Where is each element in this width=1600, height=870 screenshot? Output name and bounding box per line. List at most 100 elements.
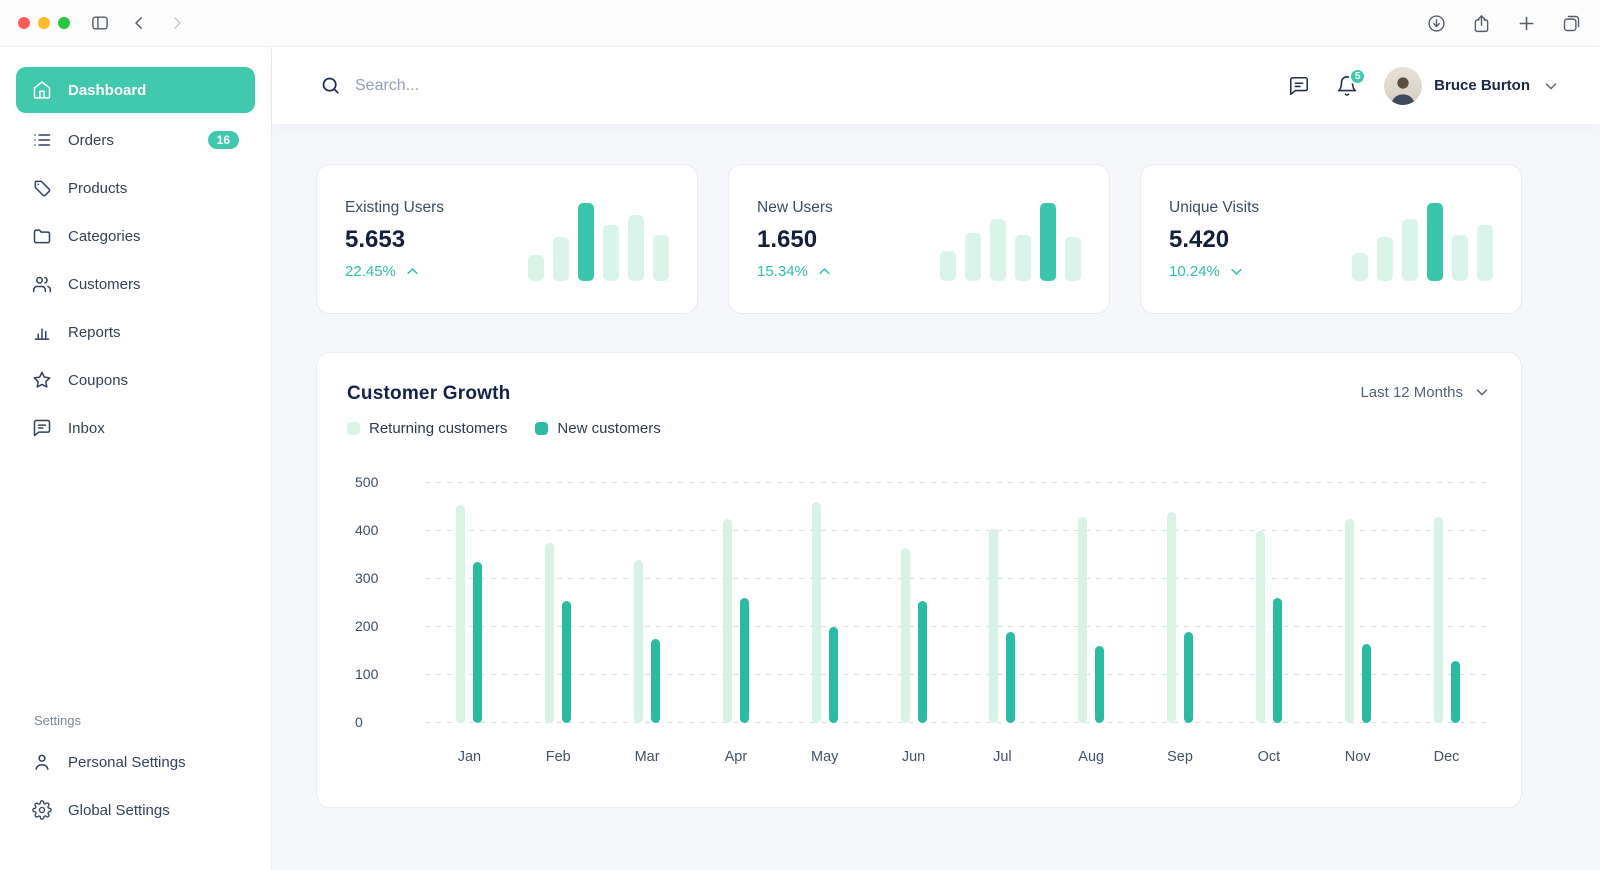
bar [1256, 531, 1265, 723]
sidebar-item-inbox[interactable]: Inbox [16, 404, 255, 452]
user-menu[interactable]: Bruce Burton [1384, 67, 1560, 105]
search-input[interactable] [355, 77, 1274, 95]
sidebar-item-label: Coupons [68, 372, 128, 389]
x-axis-tick: Nov [1313, 749, 1402, 765]
bar-group [869, 483, 958, 723]
bar-group [1136, 483, 1225, 723]
messages-icon[interactable] [1288, 75, 1310, 97]
search-icon [320, 75, 341, 96]
bar-group [425, 483, 514, 723]
spark-bar [528, 255, 544, 281]
sidebar-item-products[interactable]: Products [16, 164, 255, 212]
customer-growth-card: Customer Growth Last 12 Months Returning… [316, 352, 1522, 808]
users-icon [32, 274, 52, 294]
trend-arrow-icon [405, 264, 420, 279]
bar [723, 519, 732, 723]
x-axis-tick: Sep [1136, 749, 1225, 765]
bar [562, 601, 571, 723]
bar [634, 560, 643, 723]
minimize-window-button[interactable] [38, 17, 50, 29]
bar [1451, 661, 1460, 723]
sidebar-item-customers[interactable]: Customers [16, 260, 255, 308]
sidebar-item-label: Personal Settings [68, 754, 186, 771]
bar [812, 502, 821, 723]
bar [740, 598, 749, 723]
spark-bar [1477, 225, 1493, 281]
bar-chart: 0100200300400500 [425, 483, 1491, 723]
range-label: Last 12 Months [1360, 384, 1463, 401]
zoom-window-button[interactable] [58, 17, 70, 29]
sidebar-item-coupons[interactable]: Coupons [16, 356, 255, 404]
stat-change: 22.45% [345, 263, 444, 280]
legend-label: Returning customers [369, 420, 507, 437]
forward-icon[interactable] [168, 14, 186, 32]
stat-value: 1.650 [757, 226, 833, 254]
orders-count-badge: 16 [208, 131, 239, 149]
sidebar-item-dashboard[interactable]: Dashboard [16, 67, 255, 113]
bar [1078, 517, 1087, 723]
bar [989, 529, 998, 723]
range-dropdown[interactable]: Last 12 Months [1360, 383, 1491, 401]
sidebar-item-reports[interactable]: Reports [16, 308, 255, 356]
spark-bar [1402, 219, 1418, 281]
sidebar-item-categories[interactable]: Categories [16, 212, 255, 260]
sidebar-item-label: Global Settings [68, 802, 170, 819]
bar [1167, 512, 1176, 723]
x-axis-tick: Aug [1047, 749, 1136, 765]
y-axis-tick: 400 [355, 522, 401, 538]
bar [545, 543, 554, 723]
gear-icon [32, 800, 52, 820]
bar-group [1402, 483, 1491, 723]
spark-bar [603, 225, 619, 281]
y-axis-tick: 0 [355, 714, 401, 730]
new-tab-icon[interactable] [1516, 13, 1537, 34]
sidebar-item-global-settings[interactable]: Global Settings [16, 786, 255, 834]
search-box [320, 75, 1274, 96]
bar-group [958, 483, 1047, 723]
spark-bar [628, 215, 644, 281]
bar-group [603, 483, 692, 723]
bar [1184, 632, 1193, 723]
sidebar-item-orders[interactable]: Orders 16 [16, 116, 255, 164]
bar [901, 548, 910, 723]
sidebar-item-label: Reports [68, 324, 121, 341]
x-axis-tick: Mar [603, 749, 692, 765]
y-axis-tick: 200 [355, 618, 401, 634]
spark-bar [1352, 253, 1368, 281]
chevron-down-icon [1542, 77, 1560, 95]
spark-bar [1065, 237, 1081, 281]
stat-title: Existing Users [345, 199, 444, 217]
legend-returning-customers: Returning customers [347, 420, 507, 437]
bar [1434, 517, 1443, 723]
spark-bar [553, 237, 569, 281]
bar-group [691, 483, 780, 723]
download-icon[interactable] [1426, 13, 1447, 34]
close-window-button[interactable] [18, 17, 30, 29]
tab-overview-icon[interactable] [1561, 13, 1582, 34]
notifications-bell-icon[interactable]: 5 [1336, 75, 1358, 97]
stat-value: 5.420 [1169, 226, 1259, 254]
spark-bar [1427, 203, 1443, 281]
spark-bar [1377, 237, 1393, 281]
bar-group [1047, 483, 1136, 723]
sidebar-toggle-icon[interactable] [90, 13, 110, 33]
share-icon[interactable] [1471, 13, 1492, 34]
mini-bar-chart [528, 197, 669, 281]
back-icon[interactable] [130, 14, 148, 32]
stat-value: 5.653 [345, 226, 444, 254]
x-axis-tick: Jan [425, 749, 514, 765]
x-axis-tick: Jun [869, 749, 958, 765]
bar [1006, 632, 1015, 723]
stat-card-existing-users: Existing Users 5.653 22.45% [316, 164, 698, 314]
bar-group [1313, 483, 1402, 723]
stat-title: Unique Visits [1169, 199, 1259, 217]
person-icon [32, 752, 52, 772]
stat-change-value: 22.45% [345, 263, 396, 280]
x-axis-tick: Jul [958, 749, 1047, 765]
stat-card-unique-visits: Unique Visits 5.420 10.24% [1140, 164, 1522, 314]
bar [1273, 598, 1282, 723]
sidebar-item-personal-settings[interactable]: Personal Settings [16, 738, 255, 786]
chart-plot-area: 0100200300400500 JanFebMarAprMayJunJulAu… [347, 483, 1491, 765]
bar [1095, 646, 1104, 723]
x-axis-labels: JanFebMarAprMayJunJulAugSepOctNovDec [425, 749, 1491, 765]
